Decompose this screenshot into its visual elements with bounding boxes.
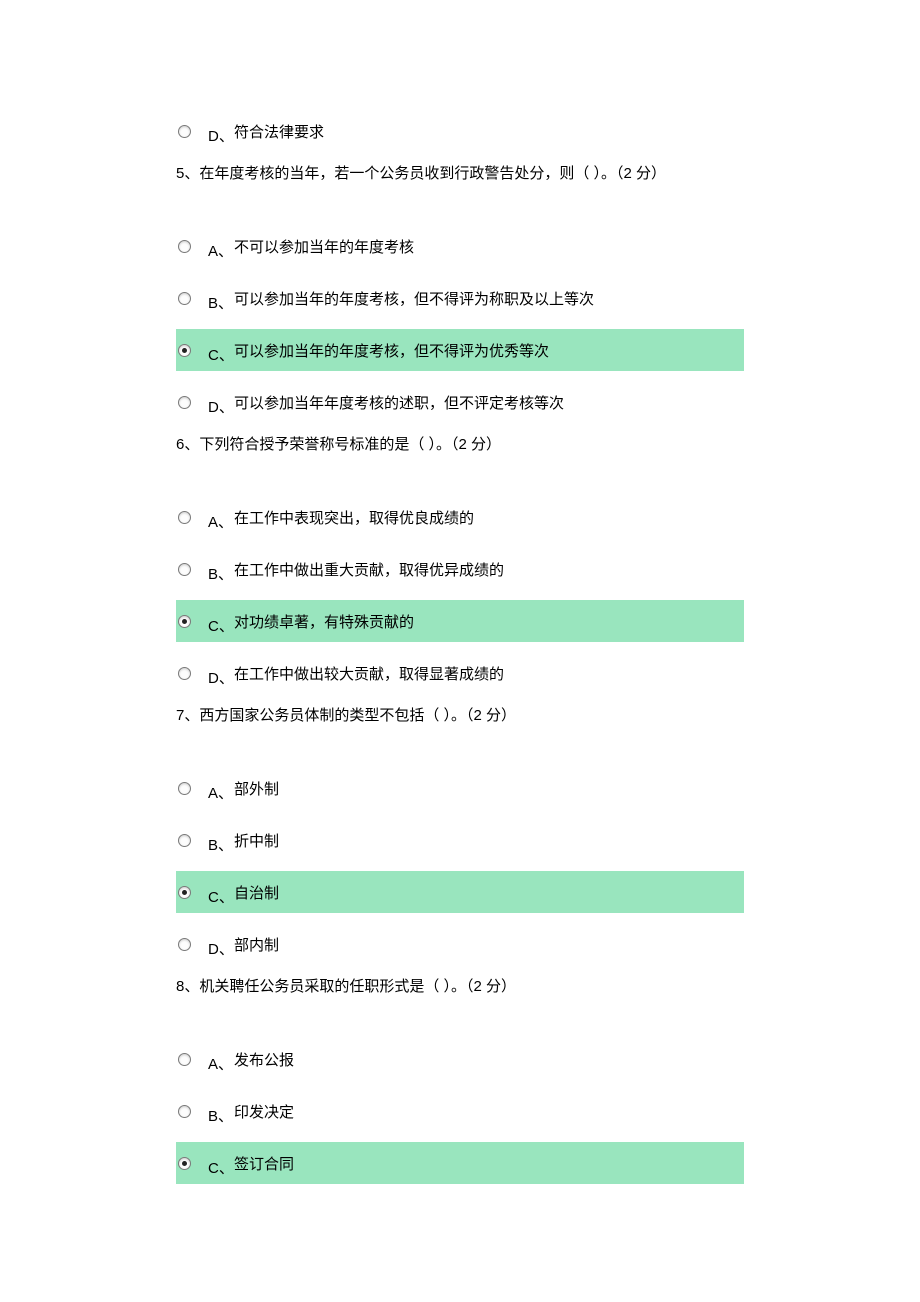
option-row[interactable]: B、 可以参加当年的年度考核，但不得评为称职及以上等次 bbox=[176, 277, 744, 319]
option-text: 在工作中做出重大贡献，取得优异成绩的 bbox=[234, 559, 744, 580]
option-letter: B、 bbox=[208, 563, 234, 590]
option-row[interactable]: B、 折中制 bbox=[176, 819, 744, 861]
radio-icon[interactable] bbox=[178, 1157, 191, 1170]
option-text: 符合法律要求 bbox=[234, 121, 744, 142]
radio-icon[interactable] bbox=[178, 938, 191, 951]
option-letter: D、 bbox=[208, 938, 234, 965]
radio-icon[interactable] bbox=[178, 240, 191, 253]
option-text: 折中制 bbox=[234, 830, 744, 851]
radio-wrap bbox=[176, 615, 208, 628]
radio-icon[interactable] bbox=[178, 563, 191, 576]
option-row[interactable]: C、 对功绩卓著，有特殊贡献的 bbox=[176, 600, 744, 642]
radio-icon[interactable] bbox=[178, 511, 191, 524]
radio-wrap bbox=[176, 834, 208, 847]
option-letter: C、 bbox=[208, 1157, 234, 1184]
option-text: 签订合同 bbox=[234, 1153, 744, 1174]
radio-icon[interactable] bbox=[178, 344, 191, 357]
option-text: 在工作中做出较大贡献，取得显著成绩的 bbox=[234, 663, 744, 684]
radio-wrap bbox=[176, 886, 208, 899]
option-row[interactable]: D、 符合法律要求 bbox=[176, 110, 744, 152]
option-text: 自治制 bbox=[234, 882, 744, 903]
option-text: 印发决定 bbox=[234, 1101, 744, 1122]
option-text: 可以参加当年的年度考核，但不得评为称职及以上等次 bbox=[234, 288, 744, 309]
option-text: 部外制 bbox=[234, 778, 744, 799]
radio-wrap bbox=[176, 125, 208, 138]
question-prompt: 8、机关聘任公务员采取的任职形式是（ ）。（2 分） bbox=[176, 975, 744, 996]
option-letter: C、 bbox=[208, 615, 234, 642]
option-row[interactable]: A、 不可以参加当年的年度考核 bbox=[176, 225, 744, 267]
option-row[interactable]: D、 部内制 bbox=[176, 923, 744, 965]
option-row[interactable]: D、 可以参加当年年度考核的述职，但不评定考核等次 bbox=[176, 381, 744, 423]
option-text: 在工作中表现突出，取得优良成绩的 bbox=[234, 507, 744, 528]
radio-icon[interactable] bbox=[178, 782, 191, 795]
option-letter: A、 bbox=[208, 782, 234, 809]
radio-wrap bbox=[176, 667, 208, 680]
radio-wrap bbox=[176, 511, 208, 524]
option-text: 不可以参加当年的年度考核 bbox=[234, 236, 744, 257]
option-letter: A、 bbox=[208, 511, 234, 538]
option-letter: A、 bbox=[208, 1053, 234, 1080]
radio-icon[interactable] bbox=[178, 834, 191, 847]
radio-icon[interactable] bbox=[178, 1105, 191, 1118]
page-content: D、 符合法律要求 5、在年度考核的当年，若一个公务员收到行政警告处分，则（ ）… bbox=[0, 0, 920, 1254]
radio-wrap bbox=[176, 782, 208, 795]
radio-icon[interactable] bbox=[178, 396, 191, 409]
option-letter: B、 bbox=[208, 834, 234, 861]
radio-icon[interactable] bbox=[178, 886, 191, 899]
option-row[interactable]: B、 在工作中做出重大贡献，取得优异成绩的 bbox=[176, 548, 744, 590]
option-letter: D、 bbox=[208, 396, 234, 423]
option-letter: A、 bbox=[208, 240, 234, 267]
radio-wrap bbox=[176, 344, 208, 357]
radio-wrap bbox=[176, 1053, 208, 1066]
option-row[interactable]: A、 部外制 bbox=[176, 767, 744, 809]
radio-icon[interactable] bbox=[178, 292, 191, 305]
option-text: 部内制 bbox=[234, 934, 744, 955]
question-prompt: 7、西方国家公务员体制的类型不包括（ ）。（2 分） bbox=[176, 704, 744, 725]
option-text: 发布公报 bbox=[234, 1049, 744, 1070]
radio-wrap bbox=[176, 240, 208, 253]
radio-icon[interactable] bbox=[178, 615, 191, 628]
option-row[interactable]: C、 签订合同 bbox=[176, 1142, 744, 1184]
option-text: 对功绩卓著，有特殊贡献的 bbox=[234, 611, 744, 632]
radio-icon[interactable] bbox=[178, 125, 191, 138]
option-letter: C、 bbox=[208, 886, 234, 913]
option-row[interactable]: A、 发布公报 bbox=[176, 1038, 744, 1080]
option-text: 可以参加当年的年度考核，但不得评为优秀等次 bbox=[234, 340, 744, 361]
radio-wrap bbox=[176, 1157, 208, 1170]
option-row[interactable]: A、 在工作中表现突出，取得优良成绩的 bbox=[176, 496, 744, 538]
option-text: 可以参加当年年度考核的述职，但不评定考核等次 bbox=[234, 392, 744, 413]
radio-icon[interactable] bbox=[178, 1053, 191, 1066]
option-row[interactable]: D、 在工作中做出较大贡献，取得显著成绩的 bbox=[176, 652, 744, 694]
option-letter: B、 bbox=[208, 292, 234, 319]
question-prompt: 6、下列符合授予荣誉称号标准的是（ ）。（2 分） bbox=[176, 433, 744, 454]
radio-wrap bbox=[176, 1105, 208, 1118]
question-prompt: 5、在年度考核的当年，若一个公务员收到行政警告处分，则（ ）。（2 分） bbox=[176, 162, 744, 183]
option-row[interactable]: B、 印发决定 bbox=[176, 1090, 744, 1132]
option-letter: D、 bbox=[208, 125, 234, 152]
option-row[interactable]: C、 自治制 bbox=[176, 871, 744, 913]
radio-wrap bbox=[176, 938, 208, 951]
option-row[interactable]: C、 可以参加当年的年度考核，但不得评为优秀等次 bbox=[176, 329, 744, 371]
option-letter: C、 bbox=[208, 344, 234, 371]
option-letter: B、 bbox=[208, 1105, 234, 1132]
radio-icon[interactable] bbox=[178, 667, 191, 680]
radio-wrap bbox=[176, 292, 208, 305]
radio-wrap bbox=[176, 563, 208, 576]
radio-wrap bbox=[176, 396, 208, 409]
option-letter: D、 bbox=[208, 667, 234, 694]
